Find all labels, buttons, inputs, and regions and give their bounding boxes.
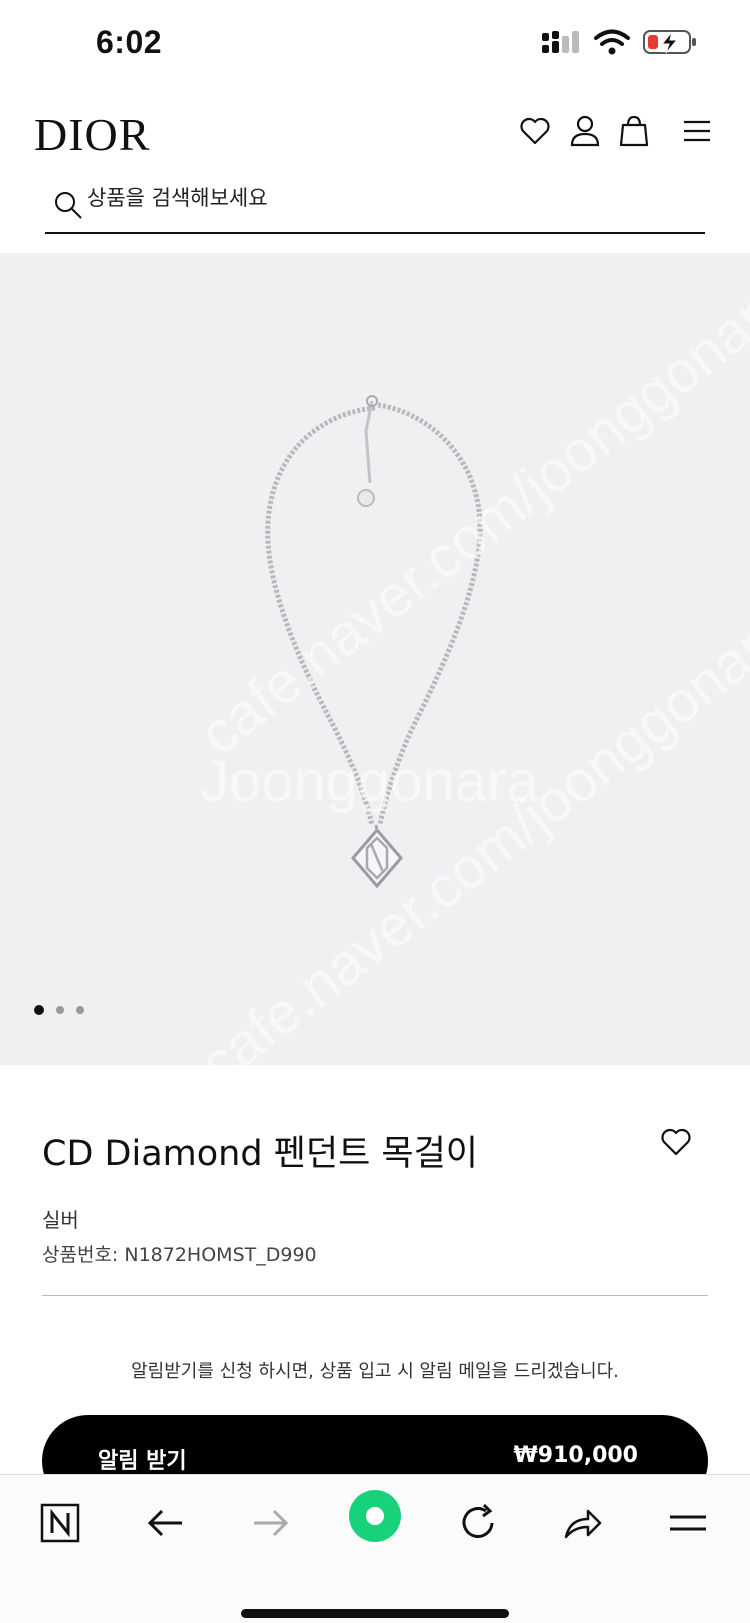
site-header: DIOR [0, 100, 750, 180]
user-icon[interactable] [568, 114, 602, 148]
battery-icon [643, 30, 696, 54]
restock-notice: 알림받기를 신청 하시면, 상품 입고 시 알림 메일을 드리겠습니다. [131, 1361, 619, 1382]
search-input[interactable] [87, 178, 687, 218]
status-time: 6:02 [96, 24, 163, 60]
search-bar [45, 176, 705, 234]
naver-icon[interactable] [38, 1501, 82, 1545]
share-icon[interactable] [560, 1501, 604, 1545]
product-sku: 상품번호: N1872HOMST_D990 [42, 1244, 317, 1266]
home-indicator [241, 1609, 509, 1618]
status-bar: 6:02 [0, 0, 750, 90]
product-color: 실버 [42, 1208, 79, 1232]
product-price: ₩910,000 [513, 1443, 638, 1468]
product-title: CD Diamond 펜던트 목걸이 [42, 1134, 478, 1174]
green-dot-icon[interactable] [348, 1489, 402, 1543]
search-icon[interactable] [53, 190, 83, 220]
carousel-dot[interactable] [34, 1005, 44, 1015]
menu-icon[interactable] [680, 114, 714, 148]
product-image-gallery[interactable]: cafe.naver.com/joonggonara Joonggonara c… [0, 253, 750, 1065]
status-icons [542, 28, 698, 56]
notify-button-label: 알림 받기 [98, 1449, 187, 1474]
reload-icon[interactable] [456, 1501, 500, 1545]
wishlist-heart-icon[interactable] [660, 1126, 692, 1158]
heart-icon[interactable] [518, 114, 552, 148]
necklace-image [265, 395, 483, 889]
carousel-dot[interactable] [56, 1006, 64, 1014]
back-arrow-icon[interactable] [144, 1501, 188, 1545]
divider [42, 1295, 708, 1296]
menu-icon[interactable] [666, 1501, 710, 1545]
browser-toolbar [0, 1474, 750, 1623]
shopping-bag-icon[interactable] [617, 114, 651, 148]
wifi-icon [594, 29, 630, 55]
carousel-dot[interactable] [76, 1006, 84, 1014]
dior-logo[interactable]: DIOR [34, 108, 150, 161]
carousel-dots [34, 1005, 84, 1015]
signal-icon [542, 31, 579, 53]
forward-arrow-icon[interactable] [248, 1501, 292, 1545]
